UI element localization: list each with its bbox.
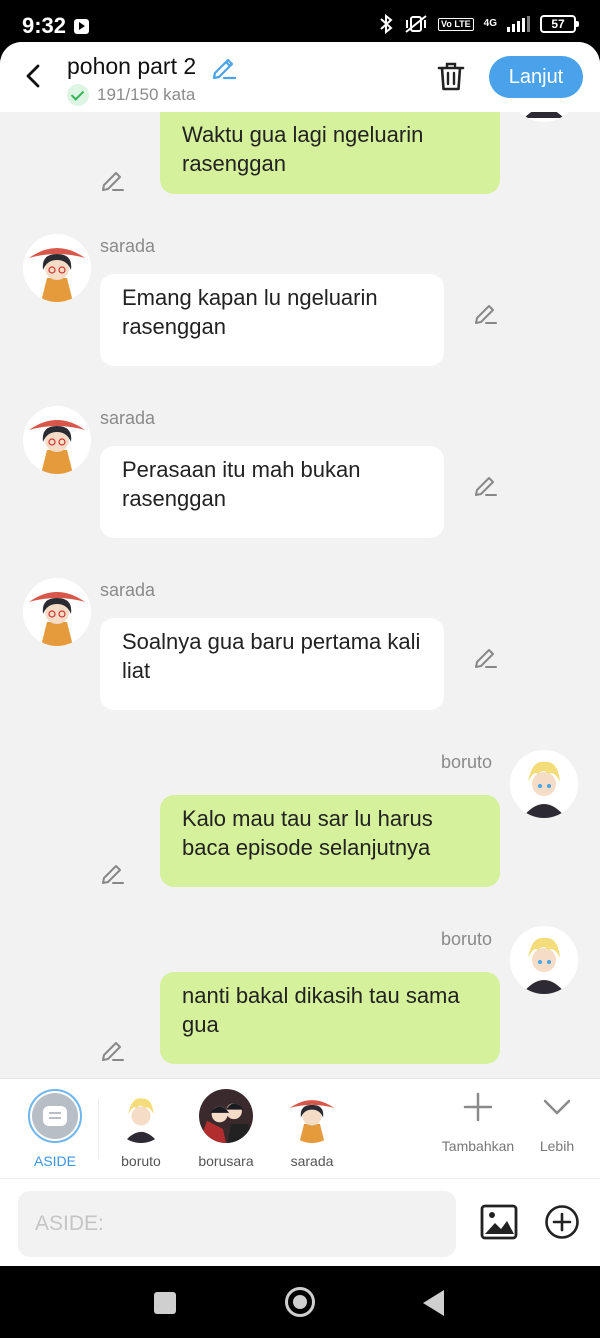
status-time: 9:32 xyxy=(22,13,67,38)
recent-apps-icon[interactable] xyxy=(154,1292,176,1314)
bluetooth-icon xyxy=(380,14,393,34)
message-bubble[interactable]: Emang kapan lu ngeluarin rasenggan xyxy=(100,274,444,366)
character-sarada[interactable]: sarada xyxy=(277,1089,347,1169)
app-window: pohon part 2 191/150 kata Lanjut Waktu g… xyxy=(0,42,600,1266)
character-label: boruto xyxy=(121,1153,161,1169)
avatar-sarada[interactable] xyxy=(23,578,91,646)
edit-message-icon[interactable] xyxy=(100,167,126,193)
more-label: Lebih xyxy=(539,1138,575,1154)
add-circle-icon[interactable] xyxy=(544,1204,580,1240)
chat-area[interactable]: Waktu gua lagi ngeluarin rasenggan sarad… xyxy=(0,112,600,1078)
edit-title-icon[interactable] xyxy=(210,53,238,81)
sender-name: boruto xyxy=(441,929,493,949)
aside-icon xyxy=(28,1089,82,1143)
character-boruto[interactable]: boruto xyxy=(106,1089,176,1169)
message-bubble[interactable]: nanti bakal dikasih tau sama gua xyxy=(160,972,500,1064)
avatar-sarada[interactable] xyxy=(23,234,91,302)
edit-message-icon[interactable] xyxy=(473,300,499,326)
system-nav-bar xyxy=(0,1266,600,1338)
vibrate-off-icon xyxy=(405,15,427,33)
status-icons: Vo LTE 4G 57 xyxy=(378,14,579,34)
edit-message-icon[interactable] xyxy=(100,860,126,886)
network-type: 4G xyxy=(483,18,497,29)
edit-message-icon[interactable] xyxy=(100,1037,126,1063)
avatar-boruto xyxy=(114,1089,168,1143)
add-label: Tambahkan xyxy=(441,1138,515,1154)
character-label: borusara xyxy=(198,1153,254,1169)
character-label: sarada xyxy=(290,1153,334,1169)
sender-name: boruto xyxy=(441,752,493,772)
sender-name: sarada xyxy=(100,580,156,600)
sender-name: sarada xyxy=(100,408,156,428)
avatar-boruto[interactable] xyxy=(510,926,578,994)
check-icon xyxy=(67,84,89,106)
character-label: ASIDE xyxy=(33,1153,76,1169)
avatar-boruto[interactable] xyxy=(510,750,578,818)
avatar-sarada xyxy=(285,1089,339,1143)
nav-back-icon[interactable] xyxy=(423,1290,444,1316)
signal-icon xyxy=(507,16,530,32)
more-button[interactable]: Lebih xyxy=(532,1091,582,1154)
word-count-text: 191/150 kata xyxy=(97,85,196,104)
header: pohon part 2 191/150 kata Lanjut xyxy=(0,42,600,112)
message-bubble[interactable]: Soalnya gua baru pertama kali liat xyxy=(100,618,444,710)
page-title[interactable]: pohon part 2 xyxy=(67,53,196,80)
home-icon[interactable] xyxy=(285,1287,315,1317)
character-borusara[interactable]: borusara xyxy=(191,1089,261,1169)
character-aside[interactable]: ASIDE xyxy=(20,1089,90,1169)
edit-message-icon[interactable] xyxy=(473,472,499,498)
message-bubble[interactable]: Waktu gua lagi ngeluarin rasenggan xyxy=(160,112,500,194)
divider xyxy=(98,1099,99,1159)
message-input[interactable] xyxy=(18,1191,456,1257)
message-bubble[interactable]: Perasaan itu mah bukan rasenggan xyxy=(100,446,444,538)
image-icon[interactable] xyxy=(480,1203,518,1241)
add-character-button[interactable]: Tambahkan xyxy=(440,1091,516,1154)
avatar-boruto[interactable] xyxy=(510,112,578,122)
avatar-borusara xyxy=(199,1089,253,1143)
next-button[interactable]: Lanjut xyxy=(489,56,583,98)
battery-icon: 57 xyxy=(540,15,579,33)
word-count: 191/150 kata xyxy=(67,84,195,106)
back-icon[interactable] xyxy=(20,62,48,90)
edit-message-icon[interactable] xyxy=(473,644,499,670)
plus-icon xyxy=(463,1092,493,1122)
avatar-sarada[interactable] xyxy=(23,406,91,474)
notification-app-icon xyxy=(74,19,89,34)
sender-name: sarada xyxy=(100,236,156,256)
chevron-down-icon xyxy=(543,1099,571,1115)
message-bubble[interactable]: Kalo mau tau sar lu harus baca episode s… xyxy=(160,795,500,887)
input-bar xyxy=(0,1178,600,1266)
trash-icon[interactable] xyxy=(436,60,466,92)
volte-icon: Vo LTE xyxy=(437,17,474,31)
character-bar: ASIDE boruto borusara sarada Tambahkan L… xyxy=(0,1078,600,1178)
